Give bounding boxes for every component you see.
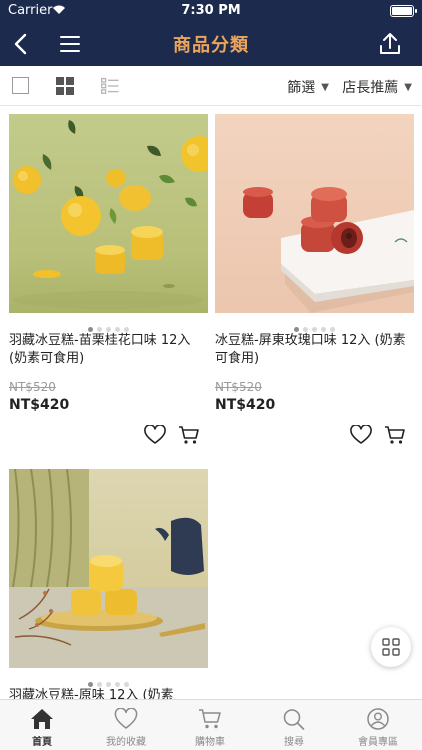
- product-image[interactable]: [215, 114, 414, 313]
- tab-label: 會員專區: [358, 737, 398, 748]
- grid-view-icon[interactable]: [56, 77, 74, 95]
- product-card[interactable]: 羽藏冰豆糕-原味 12入 (奶素: [9, 469, 208, 699]
- product-image[interactable]: [9, 469, 208, 668]
- cart-icon: [199, 709, 221, 729]
- tab-label: 搜尋: [284, 737, 304, 748]
- category-grid-button[interactable]: [371, 627, 411, 667]
- share-button[interactable]: [376, 30, 404, 58]
- filter-dropdown[interactable]: 篩選 ▼: [287, 77, 329, 97]
- user-icon: [367, 708, 389, 730]
- filter-label: 篩選: [287, 80, 316, 96]
- tab-favorites[interactable]: 我的收藏: [84, 700, 168, 750]
- heart-icon: [114, 708, 138, 729]
- share-icon: [380, 33, 400, 54]
- grid-icon: [382, 638, 400, 656]
- tab-label: 購物車: [195, 737, 225, 748]
- nav-bar: 商品分類: [0, 22, 422, 66]
- image-pager[interactable]: [9, 672, 208, 687]
- tab-bar: 首頁 我的收藏 購物車 搜尋 會員專區: [0, 699, 422, 750]
- original-price: NT$520: [9, 380, 56, 394]
- sale-price: NT$420: [215, 397, 276, 413]
- tab-label: 我的收藏: [106, 737, 146, 748]
- home-icon: [31, 709, 53, 729]
- tab-cart[interactable]: 購物車: [168, 700, 252, 750]
- product-name[interactable]: 冰豆糕-屏東玫瑰口味 12入 (奶素可食用): [215, 332, 414, 368]
- search-icon: [283, 709, 305, 730]
- product-photo-rose-cakes: [243, 187, 414, 313]
- add-to-cart-icon[interactable]: [384, 425, 406, 445]
- status-bar: Carrier 7:30 PM: [0, 0, 422, 22]
- tab-label: 首頁: [32, 737, 52, 748]
- original-price: NT$520: [215, 380, 262, 394]
- product-photo-osmanthus-cakes: [13, 120, 208, 309]
- select-all-checkbox[interactable]: [12, 77, 29, 94]
- product-grid: 羽藏冰豆糕-苗栗桂花口味 12入 (奶素可食用) NT$520 NT$420 冰…: [0, 107, 422, 699]
- product-name[interactable]: 羽藏冰豆糕-苗栗桂花口味 12入 (奶素可食用): [9, 332, 208, 368]
- page-title: 商品分類: [173, 35, 249, 56]
- tab-member[interactable]: 會員專區: [336, 700, 420, 750]
- favorite-heart-icon[interactable]: [144, 425, 166, 445]
- product-photo-original-cakes: [9, 469, 208, 668]
- tab-home[interactable]: 首頁: [0, 700, 84, 750]
- product-name[interactable]: 羽藏冰豆糕-原味 12入 (奶素: [9, 687, 208, 699]
- tab-search[interactable]: 搜尋: [252, 700, 336, 750]
- favorite-heart-icon[interactable]: [350, 425, 372, 445]
- sort-label: 店長推薦: [342, 80, 399, 96]
- product-card[interactable]: 冰豆糕-屏東玫瑰口味 12入 (奶素可食用) NT$520 NT$420: [215, 114, 414, 453]
- list-view-icon[interactable]: [101, 77, 119, 95]
- clock: 7:30 PM: [181, 3, 241, 18]
- battery-icon: [390, 5, 417, 17]
- chevron-down-icon: ▼: [321, 82, 329, 93]
- sort-dropdown[interactable]: 店長推薦 ▼: [342, 77, 412, 97]
- image-pager[interactable]: [215, 317, 414, 332]
- product-image[interactable]: [9, 114, 208, 313]
- view-toolbar: 篩選 ▼ 店長推薦 ▼: [0, 66, 422, 106]
- image-pager[interactable]: [9, 317, 208, 332]
- chevron-down-icon: ▼: [404, 82, 412, 93]
- product-card[interactable]: 羽藏冰豆糕-苗栗桂花口味 12入 (奶素可食用) NT$520 NT$420: [9, 114, 208, 453]
- add-to-cart-icon[interactable]: [178, 425, 200, 445]
- sale-price: NT$420: [9, 397, 70, 413]
